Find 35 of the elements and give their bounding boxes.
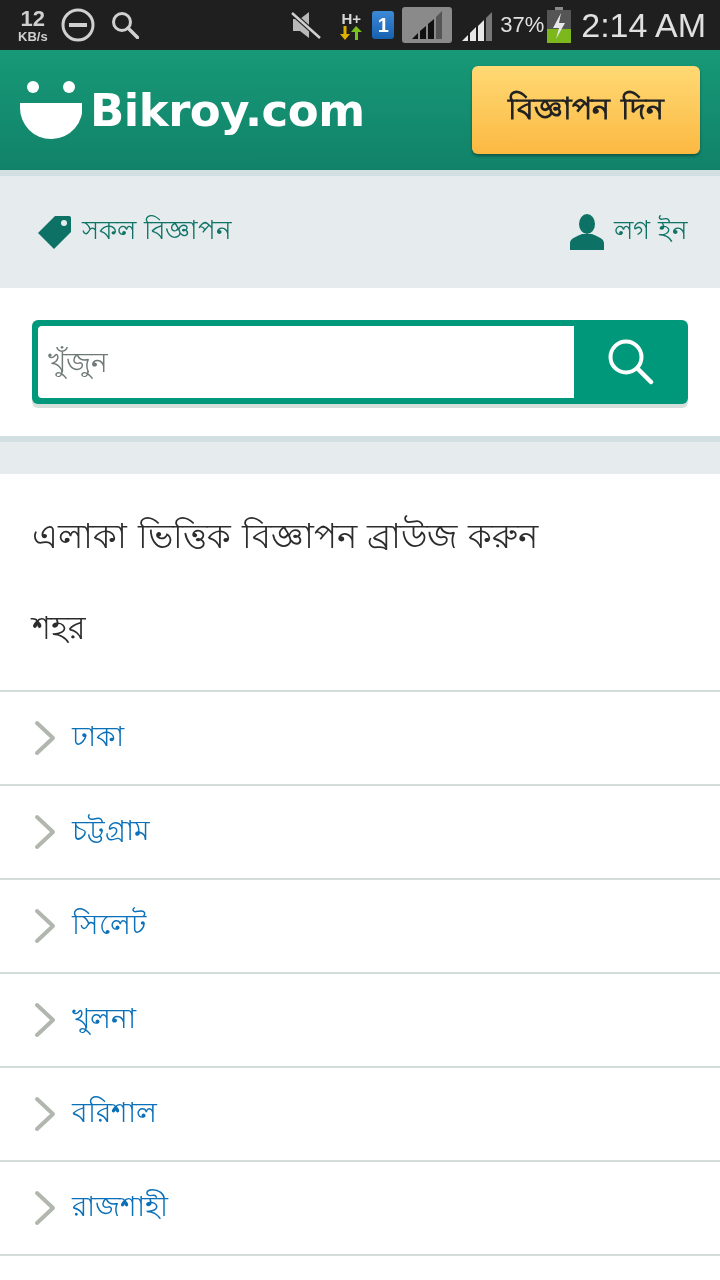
login-link[interactable]: লগ ইন — [569, 210, 688, 254]
chevron-right-icon — [34, 1190, 56, 1226]
city-link[interactable]: বরিশাল — [0, 1068, 720, 1160]
signal-strength-icon — [402, 7, 453, 43]
data-arrows-icon — [340, 25, 363, 40]
search-icon — [608, 339, 654, 385]
sim-indicator: 1 — [372, 11, 395, 39]
speed-unit: KB/s — [18, 29, 48, 43]
charging-battery-icon — [547, 7, 572, 43]
city-link[interactable]: ঢাকা — [0, 692, 720, 784]
user-icon — [569, 214, 604, 250]
city-link[interactable]: চট্টগ্রাম — [0, 786, 720, 878]
chevron-right-icon — [34, 908, 56, 944]
chevron-right-icon — [34, 814, 56, 850]
section-label: শহর — [29, 608, 87, 649]
browse-title: এলাকা ভিত্তিক বিজ্ঞাপন ব্রাউজ করুন — [31, 514, 540, 558]
all-ads-link[interactable]: সকল বিজ্ঞাপন — [38, 210, 233, 254]
network-type: H+ — [341, 10, 361, 26]
clock-time: 2:14 AM — [581, 5, 706, 45]
tag-icon — [38, 215, 72, 249]
smiley-logo-icon — [20, 81, 82, 139]
chevron-right-icon — [34, 720, 56, 756]
logo-text: Bikroy.com — [90, 83, 365, 137]
chevron-right-icon — [34, 1096, 56, 1132]
search-field[interactable]: খুঁজুন — [38, 326, 574, 398]
battery-percent: 37% — [500, 12, 545, 38]
speed-value: 12 — [20, 7, 46, 30]
post-ad-button[interactable]: বিজ্ঞাপন দিন — [472, 66, 700, 154]
chevron-right-icon — [34, 1002, 56, 1038]
search-icon — [110, 11, 139, 39]
city-link[interactable]: সিলেট — [0, 880, 720, 972]
city-link[interactable]: রাজশাহী — [0, 1162, 720, 1254]
city-link[interactable]: খুলনা — [0, 974, 720, 1066]
muted-speaker-icon — [290, 10, 323, 40]
minus-circle-icon — [60, 8, 95, 42]
